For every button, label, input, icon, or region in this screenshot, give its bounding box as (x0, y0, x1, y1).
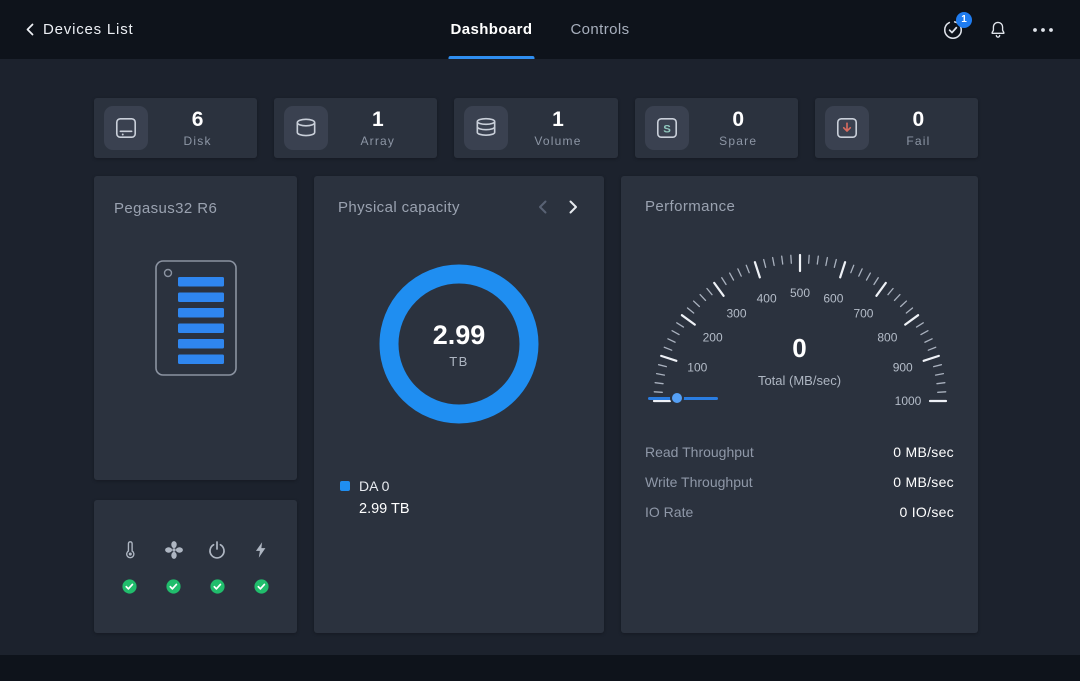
summary-stats-row: 6 Disk 1 Array (94, 98, 978, 158)
spare-icon: S (645, 106, 689, 150)
svg-text:S: S (663, 123, 671, 135)
chevron-left-icon (26, 23, 34, 36)
gauge-total-label: Total (MB/sec) (646, 373, 954, 388)
metric-row-io: IO Rate 0 IO/sec (645, 497, 954, 527)
power-icon (205, 538, 229, 562)
volume-count: 1 (552, 108, 564, 131)
write-throughput-label: Write Throughput (645, 474, 753, 490)
status-ok-icon (253, 578, 270, 595)
legend-label: DA 0 (359, 478, 389, 494)
read-throughput-value: 0 MB/sec (893, 444, 954, 460)
voltage-icon (250, 538, 272, 562)
volume-icon (464, 106, 508, 150)
active-tab-underline (448, 56, 534, 59)
performance-title: Performance (645, 198, 954, 215)
volume-label: Volume (534, 134, 581, 148)
array-label: Array (360, 134, 395, 148)
slider-track (648, 397, 718, 400)
slider-knob[interactable] (672, 393, 682, 403)
tab-controls-label: Controls (570, 21, 629, 38)
disk-icon (104, 106, 148, 150)
stat-card-disk[interactable]: 6 Disk (94, 98, 257, 158)
device-illustration (114, 255, 277, 387)
drive-bays (178, 277, 224, 364)
capacity-value: 2.99 (433, 320, 486, 351)
stat-card-volume[interactable]: 1 Volume (454, 98, 617, 158)
performance-card: Performance 1002003004005006007008009001… (621, 176, 978, 633)
metric-row-read: Read Throughput 0 MB/sec (645, 437, 954, 467)
capacity-donut-chart: 2.99 TB (369, 254, 549, 434)
disk-label: Disk (184, 134, 212, 148)
legend-swatch (340, 481, 350, 491)
topbar-actions: 1 (942, 19, 1054, 41)
performance-metrics: Read Throughput 0 MB/sec Write Throughpu… (645, 437, 954, 527)
gauge-total-value: 0 (646, 335, 954, 361)
array-icon (284, 106, 328, 150)
gauge-scale-slider[interactable] (648, 392, 718, 404)
svg-text:700: 700 (853, 307, 873, 321)
more-menu-button[interactable] (1032, 27, 1054, 33)
main-tabs: Dashboard Controls (450, 0, 629, 59)
main-grid: Pegasus32 R6 (94, 176, 978, 633)
svg-text:300: 300 (726, 307, 746, 321)
fail-icon (825, 106, 869, 150)
spare-label: Spare (719, 134, 757, 148)
capacity-unit: TB (449, 354, 469, 369)
stat-card-spare[interactable]: S 0 Spare (635, 98, 798, 158)
svg-text:500: 500 (789, 286, 809, 300)
disk-count: 6 (192, 108, 204, 131)
tasks-check-button[interactable]: 1 (942, 19, 964, 41)
ellipsis-icon (1032, 27, 1054, 33)
bell-icon (988, 19, 1008, 40)
notification-badge: 1 (956, 12, 972, 28)
spare-count: 0 (732, 108, 744, 131)
bell-button[interactable] (988, 19, 1008, 40)
device-name: Pegasus32 R6 (114, 200, 277, 217)
performance-gauge: 1002003004005006007008009001000 0 Total … (646, 243, 954, 411)
svg-text:1000: 1000 (894, 394, 921, 408)
capacity-card: Physical capacity 2.99 TB (314, 176, 604, 633)
metric-row-write: Write Throughput 0 MB/sec (645, 467, 954, 497)
stat-card-array[interactable]: 1 Array (274, 98, 437, 158)
bottom-bar (0, 655, 1080, 681)
device-card: Pegasus32 R6 (94, 176, 297, 480)
health-status-row (108, 578, 283, 595)
back-label: Devices List (43, 21, 133, 38)
tab-controls[interactable]: Controls (570, 0, 629, 59)
dashboard-content: 6 Disk 1 Array (94, 98, 978, 633)
back-to-devices-button[interactable]: Devices List (26, 21, 133, 38)
status-ok-icon (209, 578, 226, 595)
fail-label: Fail (906, 134, 930, 148)
top-bar: Devices List Dashboard Controls 1 (0, 0, 1080, 59)
health-icons-row (108, 538, 283, 562)
capacity-legend: DA 0 2.99 TB (338, 478, 580, 517)
stat-card-fail[interactable]: 0 Fail (815, 98, 978, 158)
temperature-icon (119, 538, 141, 562)
capacity-title: Physical capacity (338, 199, 460, 216)
fan-icon (162, 538, 186, 562)
tab-dashboard[interactable]: Dashboard (450, 0, 532, 59)
array-count: 1 (372, 108, 384, 131)
io-rate-label: IO Rate (645, 504, 693, 520)
io-rate-value: 0 IO/sec (899, 504, 954, 520)
capacity-next-button[interactable] (567, 198, 580, 216)
status-ok-icon (165, 578, 182, 595)
status-ok-icon (121, 578, 138, 595)
svg-text:600: 600 (823, 291, 843, 305)
legend-value: 2.99 TB (359, 501, 580, 517)
left-column: Pegasus32 R6 (94, 176, 297, 633)
tab-dashboard-label: Dashboard (450, 21, 532, 38)
write-throughput-value: 0 MB/sec (893, 474, 954, 490)
fail-count: 0 (913, 108, 925, 131)
health-card (94, 500, 297, 633)
read-throughput-label: Read Throughput (645, 444, 754, 460)
capacity-prev-button[interactable] (536, 198, 549, 216)
svg-text:400: 400 (756, 291, 776, 305)
